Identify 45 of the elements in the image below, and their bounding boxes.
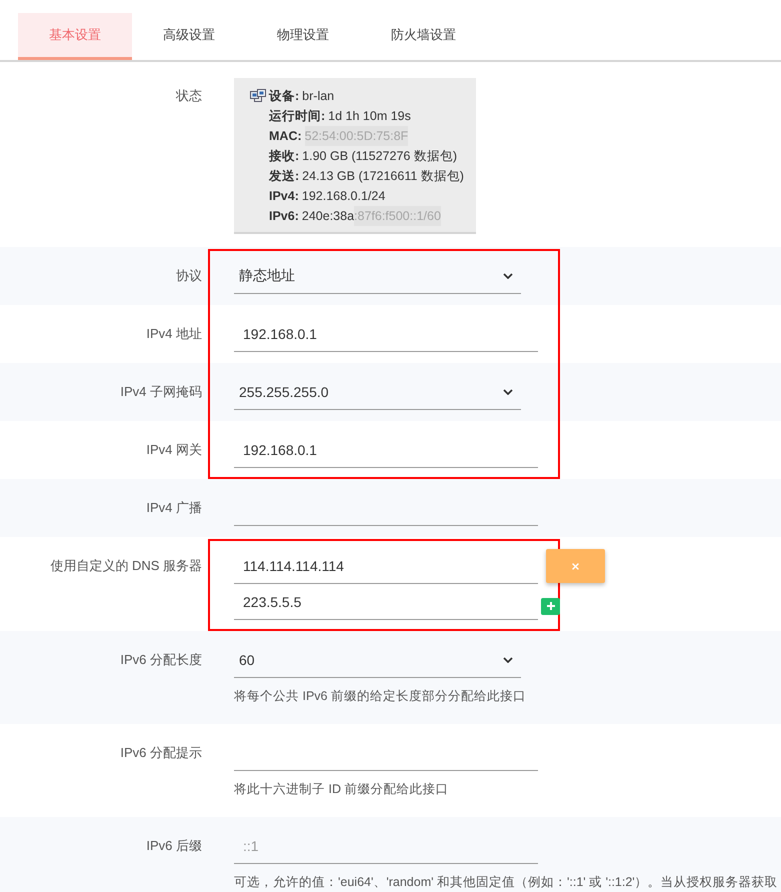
- field-label: 状态: [176, 87, 202, 105]
- status-label: IPv4:: [269, 188, 299, 205]
- status-label: 发送:: [269, 168, 300, 185]
- field-description: 可选，允许的值：'eui64'、'random' 和其他固定值（例如：'::1' 或 '::1:2'）。当从授权服务器获取: [234, 874, 779, 891]
- status-value: 240e:38a: [302, 208, 354, 225]
- field-label: 使用自定义的 DNS 服务器: [50, 557, 202, 575]
- text-field[interactable]: 114.114.114.114: [234, 548, 538, 584]
- status-label: 接收:: [269, 148, 300, 165]
- add-button[interactable]: [541, 598, 560, 614]
- close-icon: [572, 562, 579, 570]
- field-label: IPv6 分配长度: [120, 651, 202, 669]
- status-value: br-lan: [302, 88, 334, 105]
- plus-icon: [546, 602, 554, 610]
- network-port-icon: [250, 89, 266, 103]
- blurred-value: 52:54:00:5D:75:8F: [304, 126, 408, 146]
- field-label: IPv6 分配提示: [120, 744, 202, 762]
- tab[interactable]: 高级设置: [132, 13, 246, 60]
- dropdown-select[interactable]: 255.255.255.0: [234, 374, 521, 410]
- field-description: 将此十六进制子 ID 前缀分配给此接口: [234, 781, 450, 798]
- text-field[interactable]: 192.168.0.1: [234, 316, 538, 352]
- blurred-value: :87f6:f500::1/60: [354, 206, 441, 226]
- status-value: 1d 1h 10m 19s: [328, 108, 411, 125]
- field-label: 协议: [176, 267, 202, 285]
- field-label: IPv4 广播: [146, 499, 202, 517]
- chevron-down-icon: [503, 388, 513, 394]
- tab[interactable]: 防火墙设置: [360, 13, 487, 60]
- status-label: MAC:: [269, 128, 302, 145]
- status-value: 192.168.0.1/24: [302, 188, 386, 205]
- field-label: IPv4 地址: [146, 325, 202, 343]
- field-label: IPv4 子网掩码: [120, 383, 202, 401]
- text-field[interactable]: 192.168.0.1: [234, 432, 538, 468]
- text-field[interactable]: 223.5.5.5: [234, 584, 538, 620]
- chevron-down-icon: [503, 656, 513, 662]
- status-label: 运行时间:: [269, 108, 326, 125]
- field-description: 将每个公共 IPv6 前缀的给定长度部分分配给此接口: [234, 688, 527, 705]
- tab[interactable]: 物理设置: [246, 13, 360, 60]
- field-label: IPv6 后缀: [146, 837, 202, 855]
- field-label: IPv4 网关: [146, 441, 202, 459]
- chevron-down-icon: [503, 272, 513, 278]
- dropdown-select[interactable]: 静态地址: [234, 258, 521, 294]
- dropdown-select[interactable]: 60: [234, 642, 521, 678]
- status-label: 设备:: [269, 88, 300, 105]
- status-label: IPv6:: [269, 208, 299, 225]
- status-value: 24.13 GB (17216611 数据包): [302, 168, 464, 185]
- status-value: 1.90 GB (11527276 数据包): [302, 148, 457, 165]
